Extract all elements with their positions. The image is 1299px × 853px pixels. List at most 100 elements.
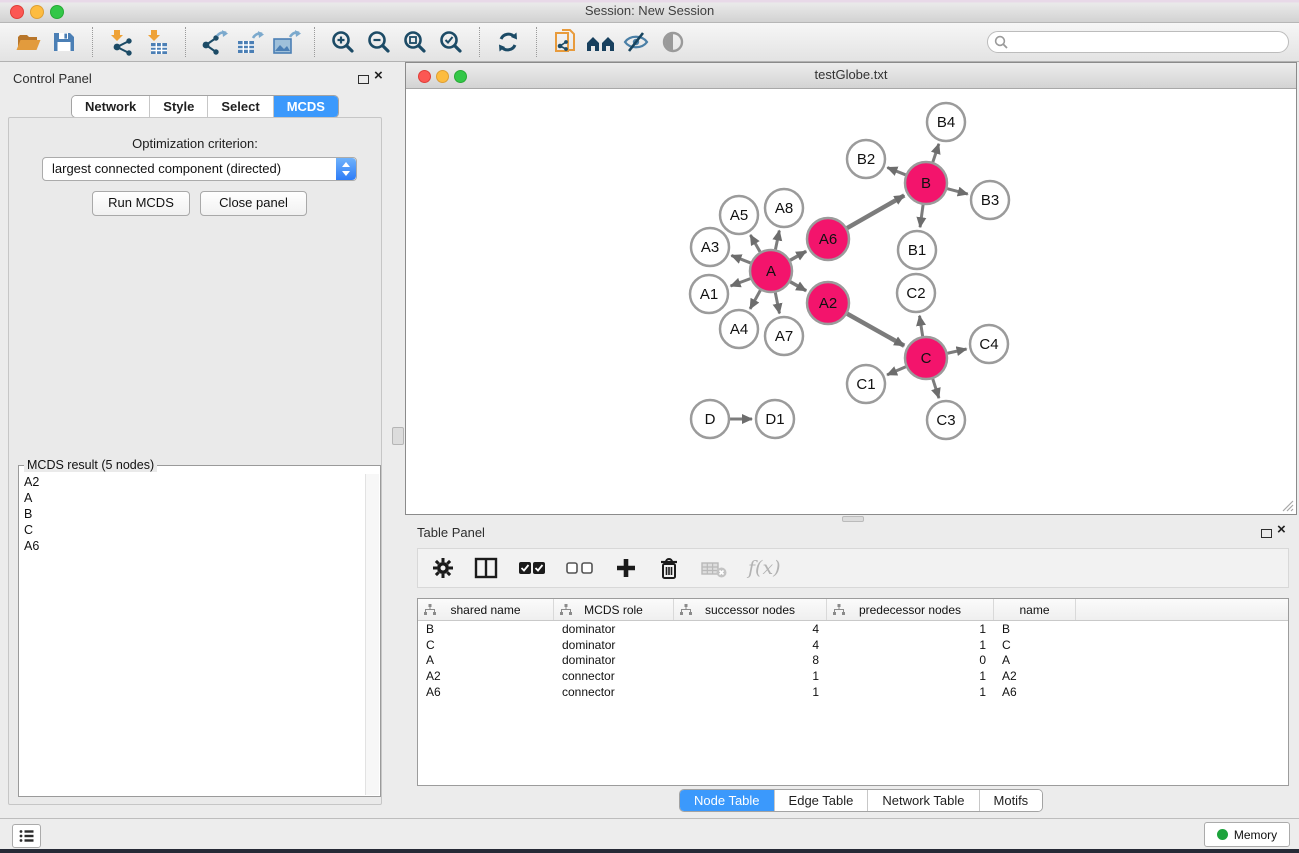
show-panel-list-button[interactable] xyxy=(12,824,41,848)
table-cell-predecessor_nodes[interactable]: 0 xyxy=(827,653,994,667)
table-cell-name[interactable]: A6 xyxy=(994,685,1076,699)
column-header-name[interactable]: name xyxy=(994,599,1076,620)
column-header-successor-nodes[interactable]: successor nodes xyxy=(674,599,827,620)
network-zoom-button[interactable] xyxy=(454,70,467,83)
graph-edge-A-A2[interactable] xyxy=(790,282,806,291)
result-list-item[interactable]: A xyxy=(19,490,366,506)
zoom-out-button[interactable] xyxy=(361,25,397,59)
table-cell-shared_name[interactable]: B xyxy=(418,622,554,636)
graph-edge-A-A3[interactable] xyxy=(731,255,750,263)
export-table-button[interactable] xyxy=(232,25,268,59)
table-row[interactable]: Bdominator41B xyxy=(418,621,1288,637)
table-cell-shared_name[interactable]: C xyxy=(418,638,554,652)
graph-edge-A2-C[interactable] xyxy=(847,314,904,346)
minimize-window-button[interactable] xyxy=(30,5,44,19)
mcds-result-list[interactable]: A2ABCA6 xyxy=(19,474,366,796)
table-cell-successor_nodes[interactable]: 1 xyxy=(674,669,827,683)
graph-edge-A-A6[interactable] xyxy=(790,251,806,260)
table-options-gear-icon[interactable] xyxy=(432,557,454,579)
result-list-item[interactable]: A6 xyxy=(19,538,366,554)
search-input[interactable] xyxy=(987,31,1289,53)
table-cell-successor_nodes[interactable]: 4 xyxy=(674,638,827,652)
graph-edge-A-A7[interactable] xyxy=(775,293,779,314)
table-cell-predecessor_nodes[interactable]: 1 xyxy=(827,685,994,699)
export-network-button[interactable] xyxy=(196,25,232,59)
graph-edge-B-B4[interactable] xyxy=(933,144,939,162)
table-cell-mcds_role[interactable]: connector xyxy=(554,685,674,699)
delete-table-icon[interactable] xyxy=(700,557,728,579)
save-session-button[interactable] xyxy=(46,25,82,59)
select-all-icon[interactable] xyxy=(518,560,546,576)
tab-edge-table[interactable]: Edge Table xyxy=(774,790,868,811)
graph-edge-C-C3[interactable] xyxy=(933,379,939,398)
tab-network[interactable]: Network xyxy=(72,96,149,117)
table-cell-shared_name[interactable]: A xyxy=(418,653,554,667)
add-row-plus-icon[interactable] xyxy=(614,556,638,580)
column-header-predecessor-nodes[interactable]: name predecessor nodes xyxy=(827,599,994,620)
graph-edge-B-B2[interactable] xyxy=(887,168,905,175)
column-header-shared-name[interactable]: shared name xyxy=(418,599,554,620)
first-neighbors-button[interactable] xyxy=(583,25,619,59)
table-cell-mcds_role[interactable]: dominator xyxy=(554,622,674,636)
table-cell-name[interactable]: C xyxy=(994,638,1076,652)
table-cell-successor_nodes[interactable]: 4 xyxy=(674,622,827,636)
table-cell-mcds_role[interactable]: connector xyxy=(554,669,674,683)
run-mcds-button[interactable]: Run MCDS xyxy=(92,191,190,216)
tab-node-table[interactable]: Node Table xyxy=(680,790,774,811)
close-window-button[interactable] xyxy=(10,5,24,19)
table-cell-successor_nodes[interactable]: 8 xyxy=(674,653,827,667)
table-row[interactable]: Cdominator41C xyxy=(418,637,1288,653)
panel-divider-handle[interactable] xyxy=(392,427,404,445)
table-cell-predecessor_nodes[interactable]: 1 xyxy=(827,638,994,652)
tab-mcds[interactable]: MCDS xyxy=(273,96,338,117)
graph-edge-C-C1[interactable] xyxy=(887,367,906,375)
graph-edge-A-A5[interactable] xyxy=(750,235,760,252)
hide-graphics-details-button[interactable] xyxy=(619,25,655,59)
column-header-mcds-role[interactable]: MCDS role xyxy=(554,599,674,620)
close-panel-icon[interactable]: × xyxy=(374,67,383,84)
table-cell-mcds_role[interactable]: dominator xyxy=(554,638,674,652)
table-cell-predecessor_nodes[interactable]: 1 xyxy=(827,669,994,683)
table-row[interactable]: A6connector11A6 xyxy=(418,684,1288,700)
close-panel-button[interactable]: Close panel xyxy=(200,191,307,216)
duplicate-network-button[interactable] xyxy=(547,25,583,59)
table-cell-successor_nodes[interactable]: 1 xyxy=(674,685,827,699)
zoom-selected-button[interactable] xyxy=(433,25,469,59)
refresh-layout-button[interactable] xyxy=(490,25,526,59)
tab-select[interactable]: Select xyxy=(207,96,272,117)
tab-style[interactable]: Style xyxy=(149,96,207,117)
table-float-icon[interactable] xyxy=(1261,529,1272,538)
table-cell-shared_name[interactable]: A2 xyxy=(418,669,554,683)
table-cell-predecessor_nodes[interactable]: 1 xyxy=(827,622,994,636)
export-image-button[interactable] xyxy=(268,25,304,59)
table-row[interactable]: A2connector11A2 xyxy=(418,668,1288,684)
table-cell-shared_name[interactable]: A6 xyxy=(418,685,554,699)
graph-edge-C-C4[interactable] xyxy=(947,349,966,353)
import-table-button[interactable] xyxy=(139,25,175,59)
graph-edge-B-B1[interactable] xyxy=(920,205,923,227)
network-close-button[interactable] xyxy=(418,70,431,83)
memory-button[interactable]: Memory xyxy=(1204,822,1290,847)
result-list-item[interactable]: A2 xyxy=(19,474,366,490)
table-cell-name[interactable]: B xyxy=(994,622,1076,636)
float-panel-icon[interactable] xyxy=(358,75,369,84)
deselect-all-icon[interactable] xyxy=(566,560,594,576)
horizontal-divider-handle[interactable] xyxy=(842,516,864,522)
zoom-in-button[interactable] xyxy=(325,25,361,59)
delete-row-trash-icon[interactable] xyxy=(658,556,680,580)
table-cell-name[interactable]: A xyxy=(994,653,1076,667)
tab-network-table[interactable]: Network Table xyxy=(867,790,978,811)
zoom-fit-button[interactable] xyxy=(397,25,433,59)
table-close-icon[interactable]: × xyxy=(1277,521,1286,538)
network-graph[interactable]: B4B2BB3A5A8A6A3AB1A1A2C2A4A7C4CC1C3DD1 xyxy=(406,89,1296,514)
graph-edge-C-C2[interactable] xyxy=(919,316,922,337)
window-resize-grip[interactable] xyxy=(1281,499,1294,512)
function-builder-icon[interactable]: f(x) xyxy=(748,557,781,579)
network-minimize-button[interactable] xyxy=(436,70,449,83)
graph-edge-A6-B[interactable] xyxy=(847,195,904,228)
table-cell-mcds_role[interactable]: dominator xyxy=(554,653,674,667)
criterion-select[interactable]: largest connected component (directed) xyxy=(42,157,357,181)
result-list-item[interactable]: C xyxy=(19,522,366,538)
result-list-item[interactable]: B xyxy=(19,506,366,522)
tab-motifs[interactable]: Motifs xyxy=(979,790,1043,811)
